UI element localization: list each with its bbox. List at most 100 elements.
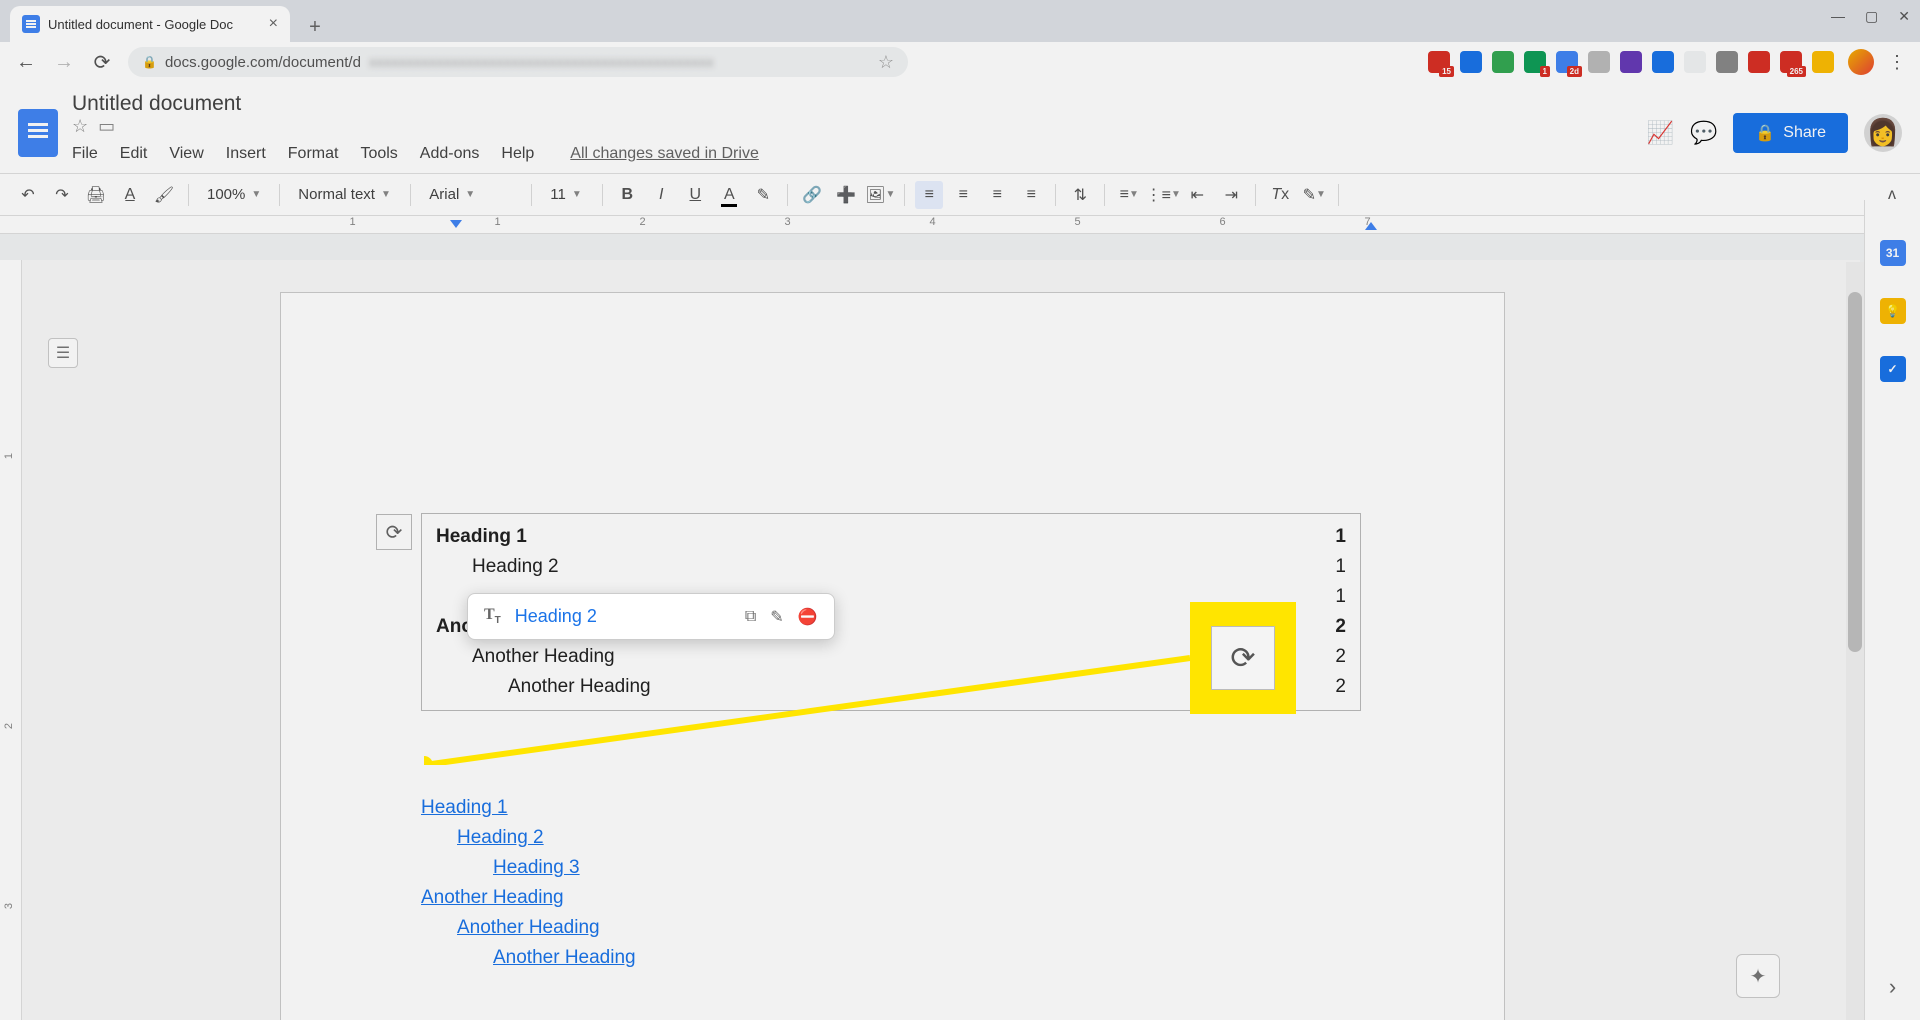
star-icon[interactable]: ☆ [72,116,88,137]
extension-icon[interactable] [1684,51,1706,73]
align-justify-button[interactable]: ≡ [1017,181,1045,209]
account-avatar[interactable] [1864,114,1902,152]
docs-logo-icon[interactable] [18,109,58,157]
extension-icon[interactable] [1460,51,1482,73]
heading-link[interactable]: Heading 3 [421,853,636,883]
horizontal-ruler[interactable]: 11234567 [0,216,1920,234]
annotation-callout: ⟳ [1190,602,1296,714]
editing-mode-button[interactable]: ✎▼ [1300,181,1328,209]
side-panel-app-icon[interactable]: 31 [1880,240,1906,266]
extension-icon[interactable] [1812,51,1834,73]
italic-button[interactable]: I [647,181,675,209]
extension-icon[interactable]: 1 [1524,51,1546,73]
insert-link-button[interactable]: 🔗 [798,181,826,209]
extension-icon[interactable]: 2d [1556,51,1578,73]
print-button[interactable]: 🖨 [82,181,110,209]
increase-indent-button[interactable]: ⇥ [1217,181,1245,209]
menu-add-ons[interactable]: Add-ons [420,145,480,163]
extension-icon[interactable] [1716,51,1738,73]
heading-link[interactable]: Heading 2 [421,823,636,853]
redo-button[interactable]: ↷ [48,181,76,209]
move-icon[interactable]: ▭ [98,116,115,137]
toc-entry[interactable]: Heading 11 [436,522,1346,552]
menu-view[interactable]: View [169,145,203,163]
extension-icon[interactable] [1652,51,1674,73]
menu-format[interactable]: Format [288,145,339,163]
decrease-indent-button[interactable]: ⇤ [1183,181,1211,209]
url-input[interactable]: 🔒 docs.google.com/document/d xxxxxxxxxxx… [128,47,908,77]
scrollbar-thumb[interactable] [1848,292,1862,652]
address-bar: ← → ⟳ 🔒 docs.google.com/document/d xxxxx… [0,42,1920,82]
heading-link[interactable]: Another Heading [421,913,636,943]
side-panel-app-icon[interactable]: 💡 [1880,298,1906,324]
bookmark-star-icon[interactable]: ☆ [878,52,894,73]
remove-link-icon[interactable]: ⛔ [798,607,818,627]
extension-icon[interactable]: 15 [1428,51,1450,73]
insert-comment-button[interactable]: ➕ [832,181,860,209]
zoom-select[interactable]: 100%▼ [199,186,269,203]
extension-icon[interactable] [1748,51,1770,73]
document-outline-button[interactable]: ☰ [48,338,78,368]
maximize-icon[interactable]: ▢ [1865,8,1878,25]
vertical-scrollbar[interactable] [1846,262,1864,1020]
toc-entry[interactable]: Heading 21 [436,552,1346,582]
vertical-ruler[interactable]: 1 2 3 4 [0,260,22,1020]
right-indent-marker[interactable] [1365,222,1377,230]
extension-icon[interactable] [1492,51,1514,73]
insert-image-button[interactable]: 🖼▼ [866,181,894,209]
share-button[interactable]: 🔒 Share [1733,113,1848,153]
numbered-list-button[interactable]: ≡▼ [1115,181,1143,209]
menu-help[interactable]: Help [501,145,534,163]
explore-button[interactable]: ✦ [1736,954,1780,998]
menu-insert[interactable]: Insert [226,145,266,163]
styles-select[interactable]: Normal text▼ [290,186,400,203]
link-text[interactable]: Heading 2 [515,606,597,627]
comments-icon[interactable]: 💬 [1690,120,1717,146]
align-left-button[interactable]: ≡ [915,181,943,209]
heading-link[interactable]: Another Heading [421,943,636,973]
paint-format-button[interactable]: 🖌 [150,181,178,209]
align-right-button[interactable]: ≡ [983,181,1011,209]
menu-file[interactable]: File [72,145,98,163]
font-select[interactable]: Arial▼ [421,186,521,203]
saved-message[interactable]: All changes saved in Drive [570,145,759,163]
new-tab-button[interactable]: + [300,12,330,42]
edit-link-icon[interactable]: ✎ [770,607,783,627]
bulleted-list-button[interactable]: ⋮≡▼ [1149,181,1177,209]
document-title[interactable]: Untitled document [72,92,241,115]
side-panel-app-icon[interactable]: ✓ [1880,356,1906,382]
chrome-menu-icon[interactable]: ⋮ [1888,52,1906,73]
left-indent-marker[interactable] [450,220,462,228]
browser-tab[interactable]: Untitled document - Google Doc × [10,6,290,42]
menu-edit[interactable]: Edit [120,145,148,163]
side-panel-arrow-icon[interactable]: › [1889,974,1896,1000]
menu-tools[interactable]: Tools [360,145,397,163]
extension-icon[interactable] [1588,51,1610,73]
align-center-button[interactable]: ≡ [949,181,977,209]
spellcheck-button[interactable]: A̲ [116,181,144,209]
profile-avatar-small[interactable] [1848,49,1874,75]
underline-button[interactable]: U [681,181,709,209]
heading-link[interactable]: Heading 1 [421,793,636,823]
toc-refresh-button[interactable]: ⟳ [376,514,412,550]
font-size-select[interactable]: 11▼ [542,186,592,203]
line-spacing-button[interactable]: ⇅ [1066,181,1094,209]
activity-icon[interactable]: 📈 [1647,120,1674,146]
clear-formatting-button[interactable]: Tx [1266,181,1294,209]
ruler-number: 4 [860,216,1005,228]
text-color-button[interactable]: A [715,181,743,209]
extension-icon[interactable]: 265 [1780,51,1802,73]
heading-link[interactable]: Another Heading [421,883,636,913]
extension-icon[interactable] [1620,51,1642,73]
highlight-button[interactable]: ✎ [749,181,777,209]
forward-button[interactable]: → [52,51,76,74]
copy-link-icon[interactable]: ⧉ [745,608,756,626]
close-tab-icon[interactable]: × [269,15,278,33]
minimize-icon[interactable]: — [1831,8,1845,25]
reload-button[interactable]: ⟳ [90,50,114,75]
back-button[interactable]: ← [14,51,38,74]
bold-button[interactable]: B [613,181,641,209]
document-page[interactable]: ⟳ Heading 11Heading 211Another Heading2A… [280,292,1505,1020]
undo-button[interactable]: ↶ [14,181,42,209]
close-window-icon[interactable]: ✕ [1898,8,1910,25]
